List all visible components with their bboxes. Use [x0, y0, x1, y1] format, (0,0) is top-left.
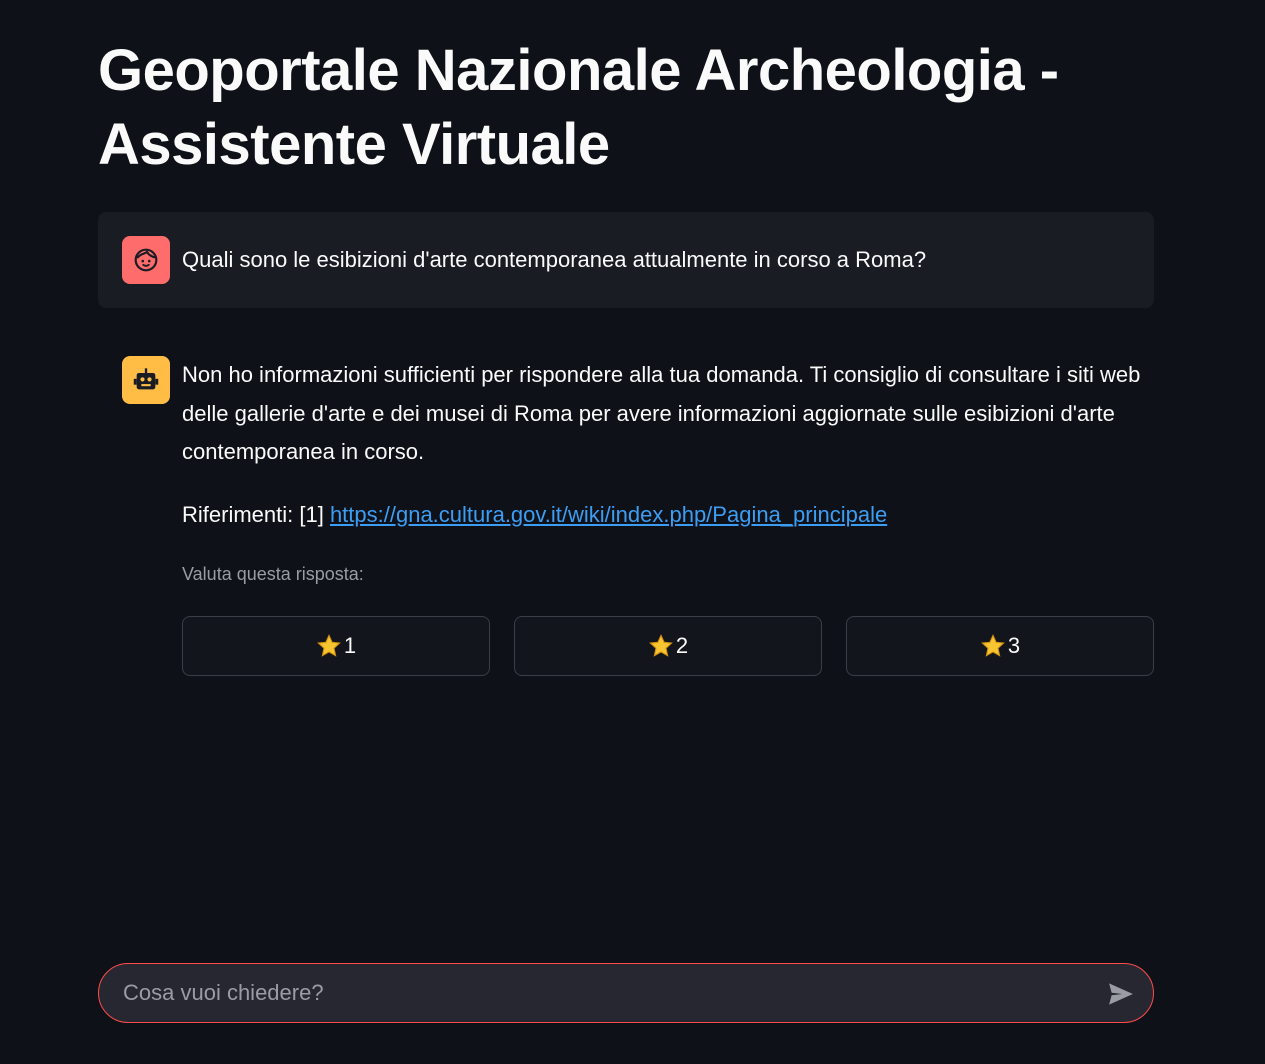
rate-3-button[interactable]: 3 [846, 616, 1154, 676]
chat-input-container [98, 963, 1154, 1023]
rating-label: Valuta questa risposta: [182, 564, 364, 584]
rate-1-button[interactable]: 1 [182, 616, 490, 676]
references-prefix: Riferimenti: [1] [182, 502, 330, 527]
page-title: Geoportale Nazionale Archeologia - Assis… [98, 38, 1059, 177]
star-icon [316, 634, 341, 657]
rate-3-label: 3 [1007, 633, 1021, 658]
assistant-message-text: Non ho informazioni sufficienti per risp… [182, 362, 1141, 464]
send-icon [1109, 983, 1133, 1005]
robot-icon [122, 356, 170, 404]
send-button[interactable] [1105, 978, 1137, 1010]
user-message-text: Quali sono le esibizioni d'arte contempo… [182, 247, 927, 272]
user-face-icon [122, 236, 170, 284]
star-icon [648, 634, 673, 657]
rate-2-button[interactable]: 2 [514, 616, 822, 676]
rate-1-label: 1 [343, 633, 357, 658]
chat-input[interactable] [123, 964, 1083, 1022]
references: Riferimenti: [1] https://gna.cultura.gov… [182, 499, 887, 531]
rate-2-label: 2 [675, 633, 689, 658]
reference-link[interactable]: https://gna.cultura.gov.it/wiki/index.ph… [330, 502, 887, 527]
app-page: Geoportale Nazionale Archeologia - Assis… [0, 0, 1265, 1064]
assistant-message: Non ho informazioni sufficienti per risp… [98, 336, 1154, 696]
user-message: Quali sono le esibizioni d'arte contempo… [98, 212, 1154, 308]
star-icon [980, 634, 1005, 657]
